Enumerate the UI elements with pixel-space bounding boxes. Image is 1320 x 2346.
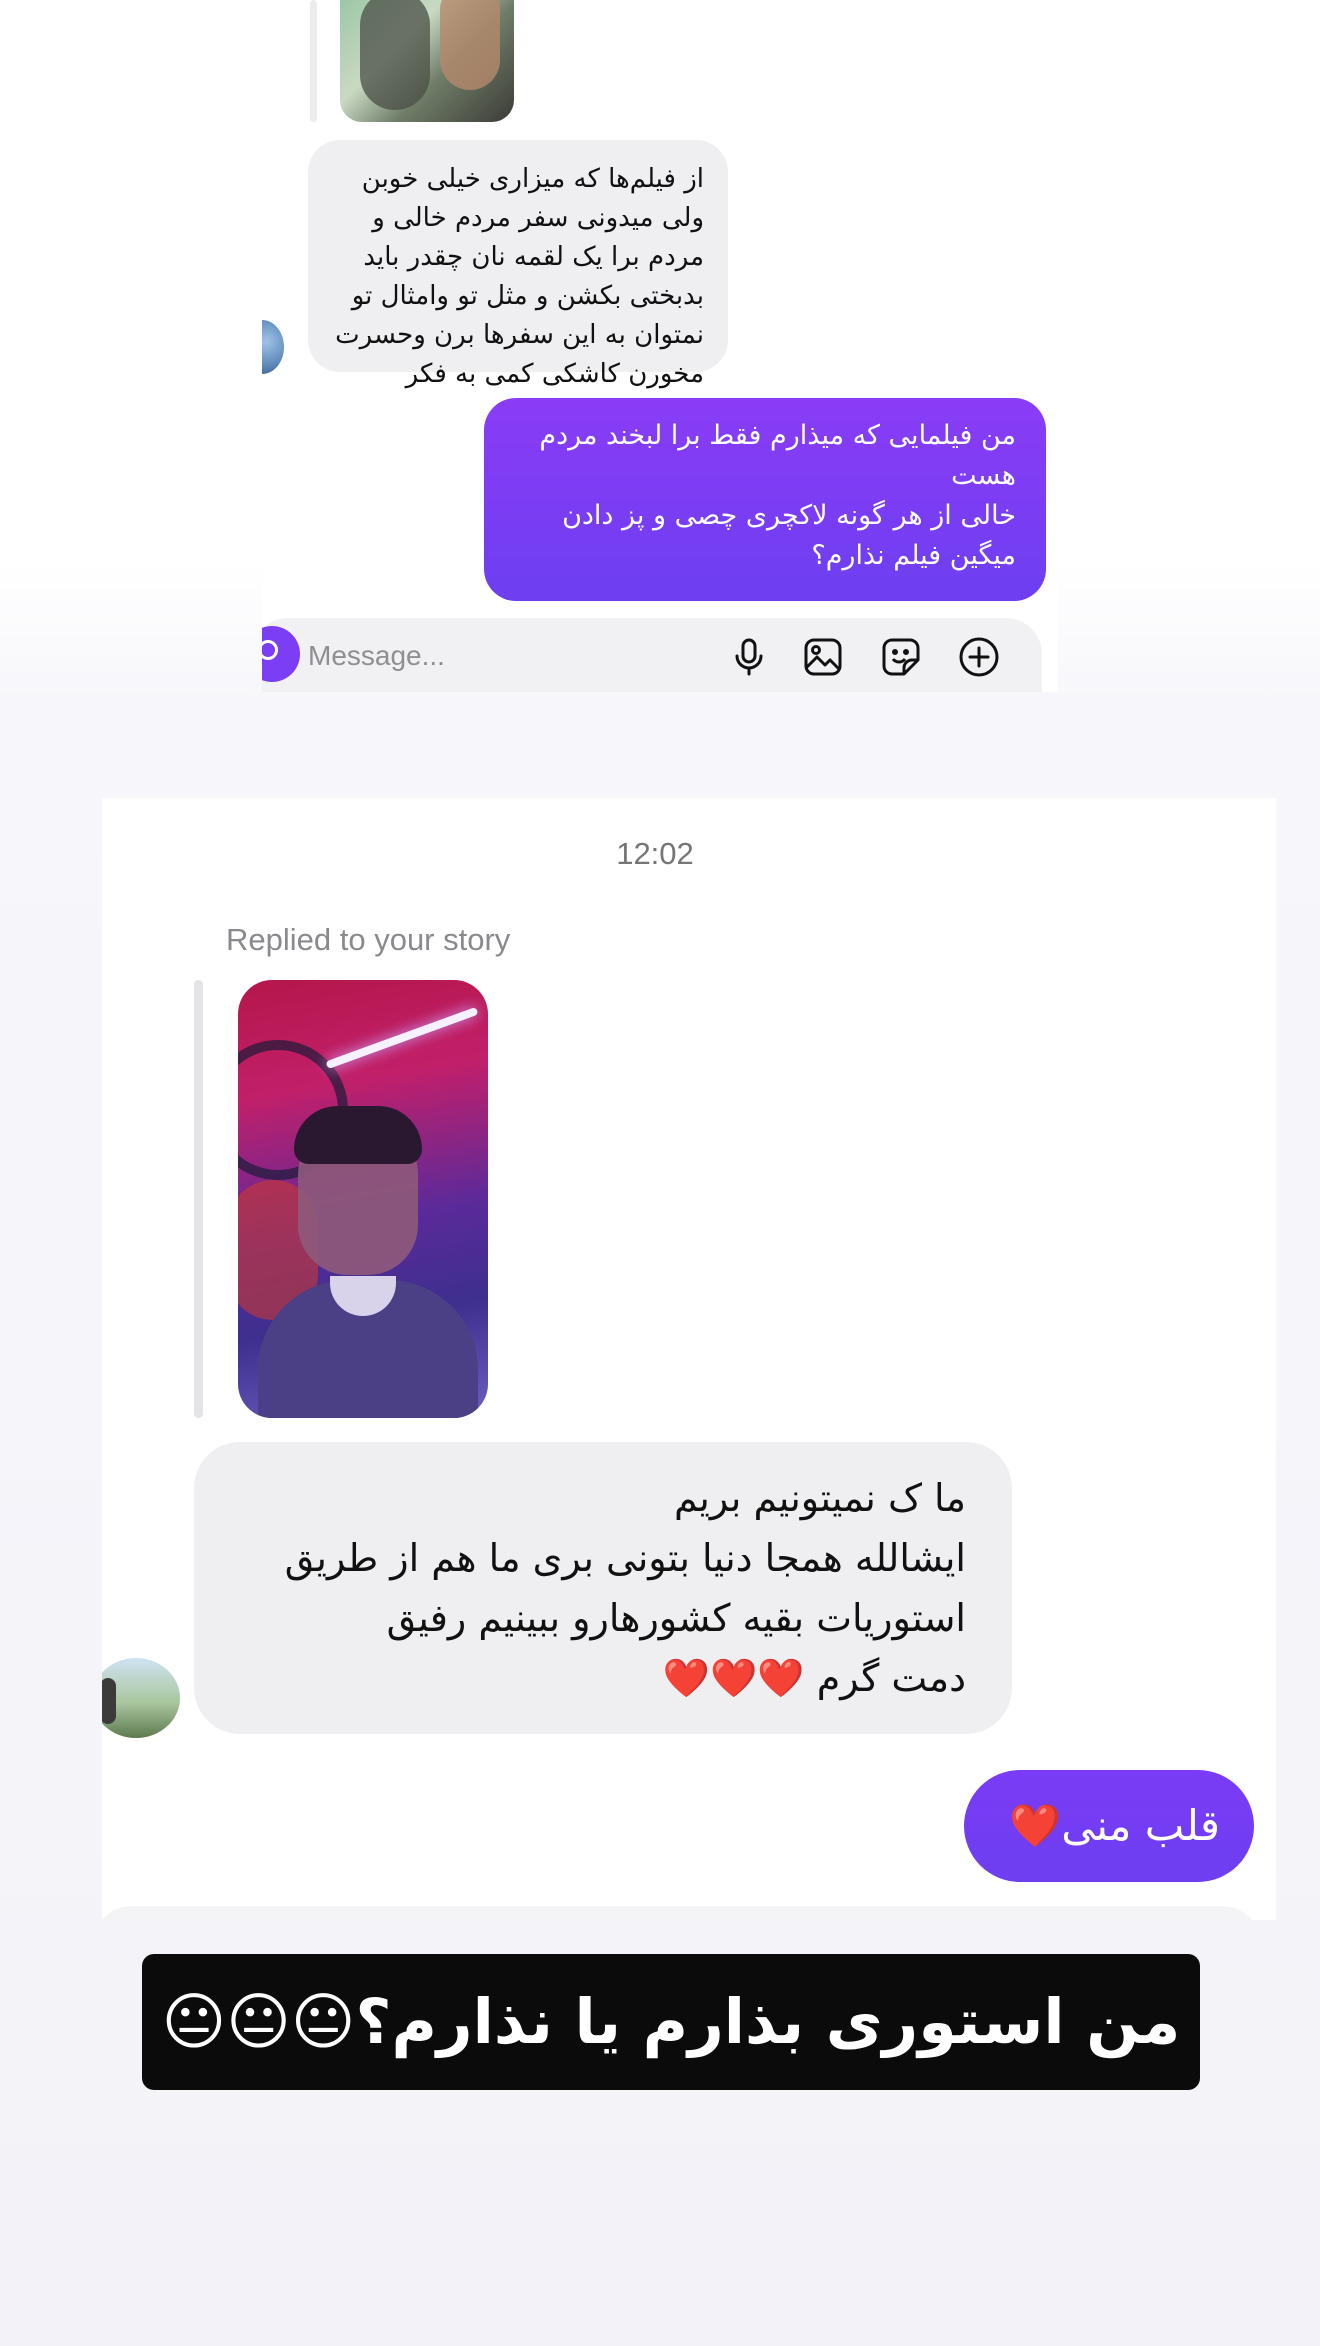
outgoing-message-bubble[interactable]: قلب منی❤️ <box>964 1770 1254 1882</box>
outgoing-message-bubble[interactable]: من فیلمایی که میذارم فقط برا لبخند مردم … <box>484 398 1046 601</box>
replied-story-thumbnail[interactable] <box>238 980 488 1418</box>
message-input[interactable]: Message... <box>308 640 445 672</box>
bottom-chat-screenshot: 12:02 Replied to your story ما ک نمیتونی… <box>102 798 1276 1920</box>
next-message-edge <box>102 1906 1262 1920</box>
outgoing-message-text: من فیلمایی که میذارم فقط برا لبخند مردم … <box>539 420 1016 571</box>
incoming-message-text: از فیلم‌ها که میزاری خیلی خوبن ولی میدون… <box>335 164 704 428</box>
incoming-message-bubble[interactable]: از فیلم‌ها که میزاری خیلی خوبن ولی میدون… <box>308 140 728 428</box>
incoming-message-text: ما ک نمیتونیم بریم ایشالله همجا دنیا بتو… <box>284 1476 966 1700</box>
microphone-icon[interactable] <box>728 636 770 678</box>
reply-quote-line <box>194 980 203 1418</box>
sticker-icon[interactable] <box>880 636 922 678</box>
top-chat-screenshot: از فیلم‌ها که میزاری خیلی خوبن ولی میدون… <box>262 0 1058 692</box>
replied-to-story-label: Replied to your story <box>226 922 511 957</box>
replied-story-thumbnail[interactable] <box>340 0 514 122</box>
plus-circle-icon[interactable] <box>958 636 1000 678</box>
outgoing-message-text: قلب منی❤️ <box>1008 1801 1220 1850</box>
reply-quote-line <box>310 0 317 122</box>
avatar[interactable] <box>102 1658 180 1738</box>
message-timestamp: 12:02 <box>616 836 694 871</box>
gallery-icon[interactable] <box>802 636 844 678</box>
incoming-message-bubble[interactable]: ما ک نمیتونیم بریم ایشالله همجا دنیا بتو… <box>194 1442 1012 1734</box>
story-caption: من استوری بذارم یا نذارم؟😐😐😐 <box>142 1954 1200 2090</box>
avatar[interactable] <box>262 320 284 374</box>
